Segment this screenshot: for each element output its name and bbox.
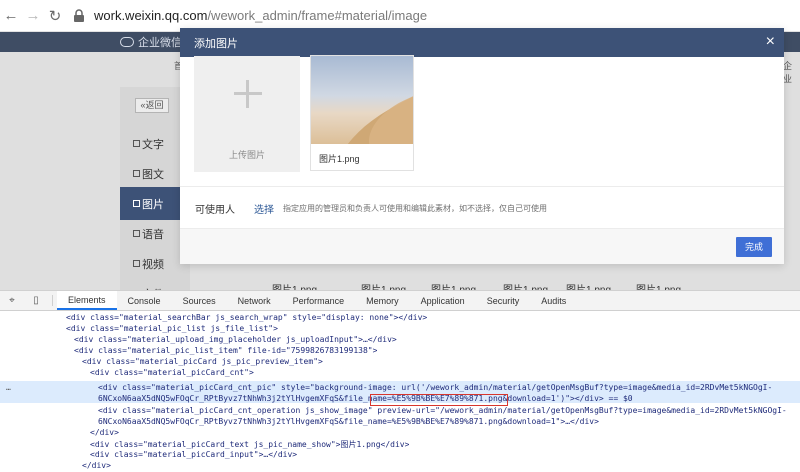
modal-footer: 完成	[180, 228, 784, 264]
permission-label: 可使用人	[195, 205, 235, 216]
sidebar-item-file[interactable]: 文件	[120, 277, 182, 291]
url-host: work.weixin.qq.com	[94, 8, 208, 23]
picture-name: 图片1.png	[319, 154, 360, 164]
tab-memory[interactable]: Memory	[355, 291, 410, 310]
dom-line[interactable]: <div class="material_upload_img_placehol…	[74, 335, 397, 346]
modal-divider	[180, 186, 784, 187]
selected-dom-line-wrap[interactable]: 6NCxoN6aaX5dNQ5wFOqCr_RPtByvz7tNhWh3j2tY…	[98, 394, 633, 405]
text-icon	[133, 140, 140, 147]
upload-image-card[interactable]: 上传图片	[194, 56, 300, 172]
voice-icon	[133, 230, 140, 237]
sidebar-item-label: 图片	[142, 198, 164, 211]
select-users-link[interactable]: 选择	[254, 201, 274, 216]
more-actions-icon[interactable]: …	[6, 383, 11, 392]
filename-highlight-box	[370, 394, 508, 406]
dom-line[interactable]: <div class="material_picCard js_pic_prev…	[82, 357, 323, 368]
faint-header-text-2: 企业	[783, 61, 793, 84]
tab-sources[interactable]: Sources	[172, 291, 227, 310]
toolbar-separator	[52, 295, 53, 306]
image-icon	[133, 200, 140, 207]
url-field[interactable]: work.weixin.qq.com/wework_admin/frame#ma…	[72, 4, 800, 28]
sidebar-item-article[interactable]: 图文	[120, 157, 182, 190]
tab-elements[interactable]: Elements	[57, 291, 117, 310]
brand-label: 企业微信	[138, 37, 182, 49]
permission-help-text: 指定应用的管理员和负责人可使用和编辑此素材，如不选择，仅自己可使用	[283, 204, 547, 213]
upload-label: 上传图片	[228, 150, 265, 160]
sidebar-item-label: 语音	[142, 228, 164, 241]
picture-thumbnail	[311, 56, 413, 144]
back-arrow-icon[interactable]: ←	[0, 7, 22, 24]
dom-line[interactable]: <div class="material_picCard_cnt_operati…	[98, 406, 787, 417]
tab-console[interactable]: Console	[117, 291, 172, 310]
video-icon	[133, 260, 140, 267]
sidebar-item-text[interactable]: 文字	[120, 127, 182, 160]
sidebar-item-label: 图文	[142, 168, 164, 181]
dom-line[interactable]: <div class="material_searchBar js_search…	[66, 313, 427, 324]
inspect-element-icon[interactable]: ⌖	[0, 291, 24, 310]
tab-audits[interactable]: Audits	[530, 291, 577, 310]
lock-icon	[74, 8, 84, 22]
back-button[interactable]: «返回	[135, 98, 169, 113]
tab-performance[interactable]: Performance	[282, 291, 356, 310]
sidebar-item-video[interactable]: 视频	[120, 247, 182, 280]
done-button[interactable]: 完成	[736, 237, 772, 257]
sidebar-item-label: 视频	[142, 258, 164, 271]
add-image-modal: 添加图片 × 上传图片 图片1.png 可使用人 选择 指定应用的管理员和负责人…	[180, 28, 784, 264]
chat-bubble-icon	[120, 37, 134, 47]
dom-line[interactable]: </div>	[90, 428, 119, 439]
device-toolbar-icon[interactable]: ▯	[24, 291, 48, 310]
dom-line[interactable]: 6NCxoN6aaX5dNQ5wFOqCr_RPtByvz7tNhWh3j2tY…	[98, 417, 599, 428]
dom-line[interactable]: <div class="material_picCard_cnt">	[90, 368, 254, 379]
brand-logo: 企业微信	[120, 34, 182, 50]
dom-line[interactable]: <div class="material_picCard_input">…</d…	[90, 450, 297, 461]
selected-dom-line[interactable]: <div class="material_picCard_cnt_pic" st…	[98, 383, 772, 394]
elements-panel: … <div class="material_searchBar js_sear…	[0, 311, 800, 471]
reload-icon[interactable]: ↻	[44, 7, 66, 25]
plus-icon	[234, 80, 262, 108]
close-icon[interactable]: ×	[766, 33, 775, 51]
forward-arrow-icon[interactable]: →	[22, 7, 44, 24]
devtools-tabbar: ⌖ ▯ Elements Console Sources Network Per…	[0, 290, 800, 311]
picture-card[interactable]: 图片1.png	[310, 55, 414, 171]
tab-application[interactable]: Application	[410, 291, 476, 310]
article-icon	[133, 170, 140, 177]
tab-security[interactable]: Security	[476, 291, 531, 310]
dom-line[interactable]: <div class="material_pic_list js_file_li…	[66, 324, 278, 335]
dom-line[interactable]: <div class="material_pic_list_item" file…	[74, 346, 377, 357]
modal-header: 添加图片 ×	[180, 28, 784, 57]
modal-title: 添加图片	[194, 37, 238, 50]
dom-line[interactable]: </div>	[82, 461, 111, 472]
sidebar-item-image[interactable]: 图片	[120, 187, 182, 220]
sidebar-item-voice[interactable]: 语音	[120, 217, 182, 250]
url-path: /wework_admin/frame#material/image	[207, 8, 428, 23]
sidebar-item-label: 文字	[142, 138, 164, 151]
dom-line[interactable]: <div class="material_picCard_text js_pic…	[90, 439, 409, 450]
tab-network[interactable]: Network	[227, 291, 282, 310]
